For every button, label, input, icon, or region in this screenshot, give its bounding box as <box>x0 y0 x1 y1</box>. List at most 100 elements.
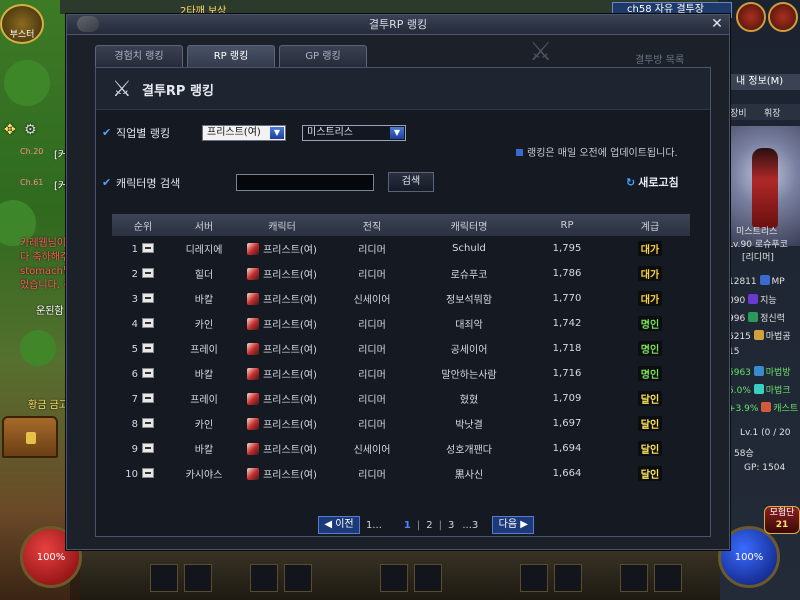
stat-row: 090 지능 <box>728 294 777 306</box>
grade-badge: 대가 <box>637 241 663 256</box>
npc-label: 운된함 <box>36 306 64 317</box>
server-cell: 프레이 <box>190 345 218 356</box>
skill-slot[interactable] <box>184 564 212 592</box>
refresh-button[interactable]: ↻ 새로고침 <box>626 174 679 190</box>
menu-orb-icon[interactable] <box>736 2 766 32</box>
table-row[interactable]: 2 힐더 프리스트(여) 리디머 로슈푸코 1,786 대가 <box>112 261 690 286</box>
chat-line: 었습니다. 축 <box>20 280 73 291</box>
character-name-cell[interactable]: 정보석뭐함 <box>414 286 524 311</box>
skill-slot[interactable] <box>414 564 442 592</box>
priest-class-icon <box>247 343 260 355</box>
subclass-select[interactable]: 미스트리스 ▼ <box>302 125 406 141</box>
character-name-cell[interactable]: 공세이어 <box>414 336 524 361</box>
rank-number: 10 <box>125 468 138 480</box>
skill-slot[interactable] <box>520 564 548 592</box>
tab-rp-ranking[interactable]: RP 랭킹 <box>187 45 275 67</box>
skill-slot[interactable] <box>284 564 312 592</box>
table-row[interactable]: 5 프레이 프리스트(여) 리디머 공세이어 1,718 명인 <box>112 336 690 361</box>
grade-badge: 달인 <box>637 441 663 456</box>
grade-badge: 달인 <box>637 391 663 406</box>
character-name-cell[interactable]: 黒사신 <box>414 461 524 486</box>
col-rp: RP <box>524 214 610 236</box>
class-ranking-checkbox[interactable]: ✔ <box>102 126 111 139</box>
character-name-cell[interactable]: 박낫결 <box>414 411 524 436</box>
rank-cell: 6 <box>112 361 174 386</box>
rank-change-icon <box>142 342 154 353</box>
character-name-input[interactable] <box>236 174 374 191</box>
my-info-tab[interactable]: 내 정보(M) <box>730 74 800 90</box>
advancement-cell: 리디머 <box>358 420 386 431</box>
intelligence-icon <box>748 294 759 304</box>
page-link-1[interactable]: 1 <box>402 520 413 531</box>
prev-page-button[interactable]: ◀ 이전 <box>318 516 360 534</box>
pagination: ◀ 이전 1... 1 | 2 | 3 ...3 다음 ▶ <box>318 516 535 534</box>
rp-cell: 1,718 <box>552 343 582 354</box>
adventure-badge[interactable]: 모험단 21 <box>764 506 800 534</box>
skill-slot[interactable] <box>554 564 582 592</box>
character-name-cell[interactable]: 말안하는사람 <box>414 361 524 386</box>
character-name-cell[interactable]: 로슈푸코 <box>414 261 524 286</box>
job-cell: 프리스트(여) <box>234 386 330 411</box>
skill-slot[interactable] <box>654 564 682 592</box>
table-row[interactable]: 1 디레지에 프리스트(여) 리디머 Schuld 1,795 대가 <box>112 236 690 261</box>
page-link-2[interactable]: 2 <box>424 520 434 531</box>
name-search-checkbox[interactable]: ✔ <box>102 176 111 189</box>
col-grade: 계급 <box>610 214 690 236</box>
channel-tag: Ch.61 <box>20 178 44 187</box>
server-cell: 카시야스 <box>185 470 223 481</box>
table-row[interactable]: 7 프레이 프리스트(여) 리디머 혔혔 1,709 달인 <box>112 386 690 411</box>
treasure-chest[interactable] <box>2 416 58 458</box>
rank-change-icon <box>142 242 154 253</box>
gear-icon[interactable]: ⚙ <box>24 122 37 138</box>
system-orb-icon[interactable] <box>768 2 798 32</box>
character-guild: [리디머] <box>742 253 774 263</box>
search-button[interactable]: 검색 <box>388 172 434 192</box>
priest-class-icon <box>247 268 260 280</box>
notice-bullet-icon <box>516 149 523 156</box>
rp-cell: 1,697 <box>552 418 582 429</box>
last-page-link[interactable]: ...3 <box>460 520 480 531</box>
grade-cell: 대가 <box>610 286 690 311</box>
table-row[interactable]: 4 카인 프리스트(여) 리디머 대죄악 1,742 명인 <box>112 311 690 336</box>
table-row[interactable]: 9 바칼 프리스트(여) 신세이어 성호개팬다 1,694 달인 <box>112 436 690 461</box>
next-page-button[interactable]: 다음 ▶ <box>492 516 535 534</box>
emblem-subtab[interactable]: 휘장 <box>764 106 781 119</box>
character-name-cell[interactable]: 성호개팬다 <box>414 436 524 461</box>
skill-slot[interactable] <box>380 564 408 592</box>
grade-badge: 명인 <box>637 341 663 356</box>
page-link-3[interactable]: 3 <box>446 520 456 531</box>
page-separator: | <box>438 519 442 531</box>
table-row[interactable]: 8 카인 프리스트(여) 리디머 박낫결 1,697 달인 <box>112 411 690 436</box>
skill-slot[interactable] <box>250 564 278 592</box>
first-page-link[interactable]: 1... <box>364 520 384 531</box>
priest-class-icon <box>247 368 260 380</box>
table-row[interactable]: 3 바칼 프리스트(여) 신세이어 정보석뭐함 1,770 대가 <box>112 286 690 311</box>
col-rank: 순위 <box>112 214 174 236</box>
window-titlebar[interactable]: 결투RP 랭킹 ✕ <box>67 15 729 35</box>
close-button[interactable]: ✕ <box>709 17 725 33</box>
character-name-cell[interactable]: Schuld <box>414 236 524 261</box>
character-class: 미스트리스 <box>736 227 778 237</box>
skill-slot[interactable] <box>620 564 648 592</box>
job-cell: 프리스트(여) <box>234 411 330 436</box>
tab-exp-ranking[interactable]: 경험치 랭킹 <box>95 45 183 67</box>
character-name-cell[interactable]: 혔혔 <box>414 386 524 411</box>
rank-number: 9 <box>131 443 138 455</box>
booster-button[interactable]: 부스터 <box>0 4 44 44</box>
rank-cell: 4 <box>112 311 174 336</box>
table-row[interactable]: 6 바칼 프리스트(여) 리디머 말안하는사람 1,716 명인 <box>112 361 690 386</box>
skill-slot[interactable] <box>150 564 178 592</box>
server-cell: 바칼 <box>194 295 214 306</box>
stat-row: 5963 마법방 <box>728 366 791 378</box>
table-row[interactable]: 10 카시야스 프리스트(여) 리디머 黒사신 1,664 달인 <box>112 461 690 486</box>
move-icon[interactable]: ✥ <box>4 122 16 138</box>
equipment-subtab[interactable]: 장비 <box>730 106 747 119</box>
grade-badge: 명인 <box>637 366 663 381</box>
name-search-label: 캐릭터명 검색 <box>116 177 181 190</box>
character-name-cell[interactable]: 대죄악 <box>414 311 524 336</box>
tab-gp-ranking[interactable]: GP 랭킹 <box>279 45 367 67</box>
character-level-name: Lv.90 로슈푸코 <box>728 240 788 250</box>
job-cell: 프리스트(여) <box>234 236 330 261</box>
class-select[interactable]: 프리스트(여) ▼ <box>202 125 286 141</box>
job-label: 프리스트(여) <box>263 445 317 456</box>
